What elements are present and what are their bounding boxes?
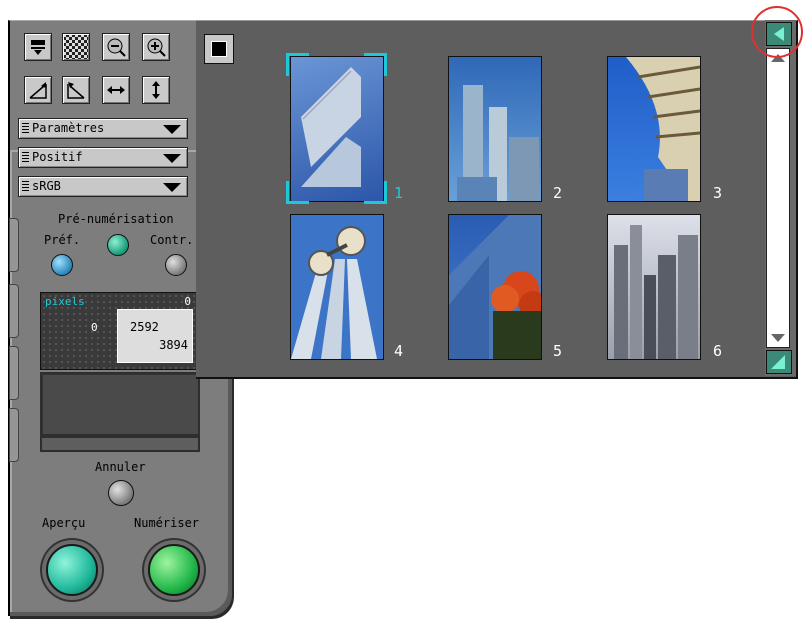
selection-corner <box>364 181 387 204</box>
pixels-top-value: 0 <box>184 295 191 308</box>
prescan-title: Pré-numérisation <box>58 212 174 226</box>
selection-corner <box>364 53 387 76</box>
cancel-label: Annuler <box>95 460 146 474</box>
settings-dropdown-label: Paramètres <box>32 121 105 135</box>
rotate-right-icon[interactable] <box>24 76 52 104</box>
zoom-in-icon[interactable] <box>142 33 170 61</box>
pixels-left-value: 0 <box>91 321 98 334</box>
scan-label: Numériser <box>134 516 200 530</box>
contr-radio[interactable] <box>165 254 187 276</box>
scroll-down-arrow[interactable] <box>766 328 790 348</box>
thumbnail-2[interactable] <box>448 56 542 202</box>
thumbnail-5[interactable] <box>448 214 542 360</box>
scan-icon[interactable] <box>24 33 52 61</box>
scrollbar-track[interactable] <box>766 48 790 348</box>
flip-horizontal-icon[interactable] <box>102 76 130 104</box>
preview-button[interactable] <box>46 544 98 596</box>
settings-dropdown[interactable]: Paramètres <box>18 118 188 139</box>
selection-corner <box>286 181 309 204</box>
rotate-left-icon[interactable] <box>62 76 90 104</box>
zoom-out-icon[interactable] <box>102 33 130 61</box>
selection-corner <box>286 53 309 76</box>
info-box <box>40 372 200 436</box>
color-space-dropdown[interactable]: sRGB <box>18 176 188 197</box>
chevron-down-icon <box>163 125 181 134</box>
contr-label: Contr. <box>150 233 194 247</box>
scan-button[interactable] <box>148 544 200 596</box>
color-space-label: sRGB <box>32 179 61 193</box>
thumbnail-3[interactable] <box>607 56 701 202</box>
thumbnail-number: 3 <box>713 184 723 202</box>
highlight-circle <box>751 6 803 58</box>
film-type-label: Positif <box>32 150 83 164</box>
thumbnail-number: 1 <box>394 184 404 202</box>
thumbnail-4[interactable] <box>290 214 384 360</box>
pixel-info-panel: pixels 0 0 2592 3894 <box>40 292 198 370</box>
pixels-label: pixels <box>45 295 85 308</box>
pixels-height: 3894 <box>159 338 188 352</box>
pref-label: Préf. <box>44 233 81 247</box>
side-tab[interactable] <box>9 408 19 462</box>
side-tab[interactable] <box>9 284 19 338</box>
pixel-dimension-box: 2592 3894 <box>117 309 193 363</box>
pref-radio[interactable] <box>51 254 73 276</box>
side-tab[interactable] <box>9 346 19 400</box>
chevron-down-icon <box>163 154 181 163</box>
checker-icon[interactable] <box>62 33 90 61</box>
thumbnail-number: 4 <box>394 342 404 360</box>
cancel-button[interactable] <box>108 480 134 506</box>
thumbnail-6[interactable] <box>607 214 701 360</box>
preview-label: Aperçu <box>42 516 86 530</box>
progress-bar <box>40 436 200 452</box>
resize-grip-icon[interactable] <box>766 350 792 374</box>
thumbnail-number: 6 <box>713 342 723 360</box>
flip-vertical-icon[interactable] <box>142 76 170 104</box>
pixels-width: 2592 <box>130 320 159 334</box>
thumbnail-number: 2 <box>553 184 563 202</box>
select-all-button[interactable] <box>204 34 234 64</box>
film-type-dropdown[interactable]: Positif <box>18 147 188 168</box>
side-tab[interactable] <box>9 218 19 272</box>
prescan-radio[interactable] <box>107 234 129 256</box>
chevron-down-icon <box>163 183 181 192</box>
thumbnail-number: 5 <box>553 342 563 360</box>
